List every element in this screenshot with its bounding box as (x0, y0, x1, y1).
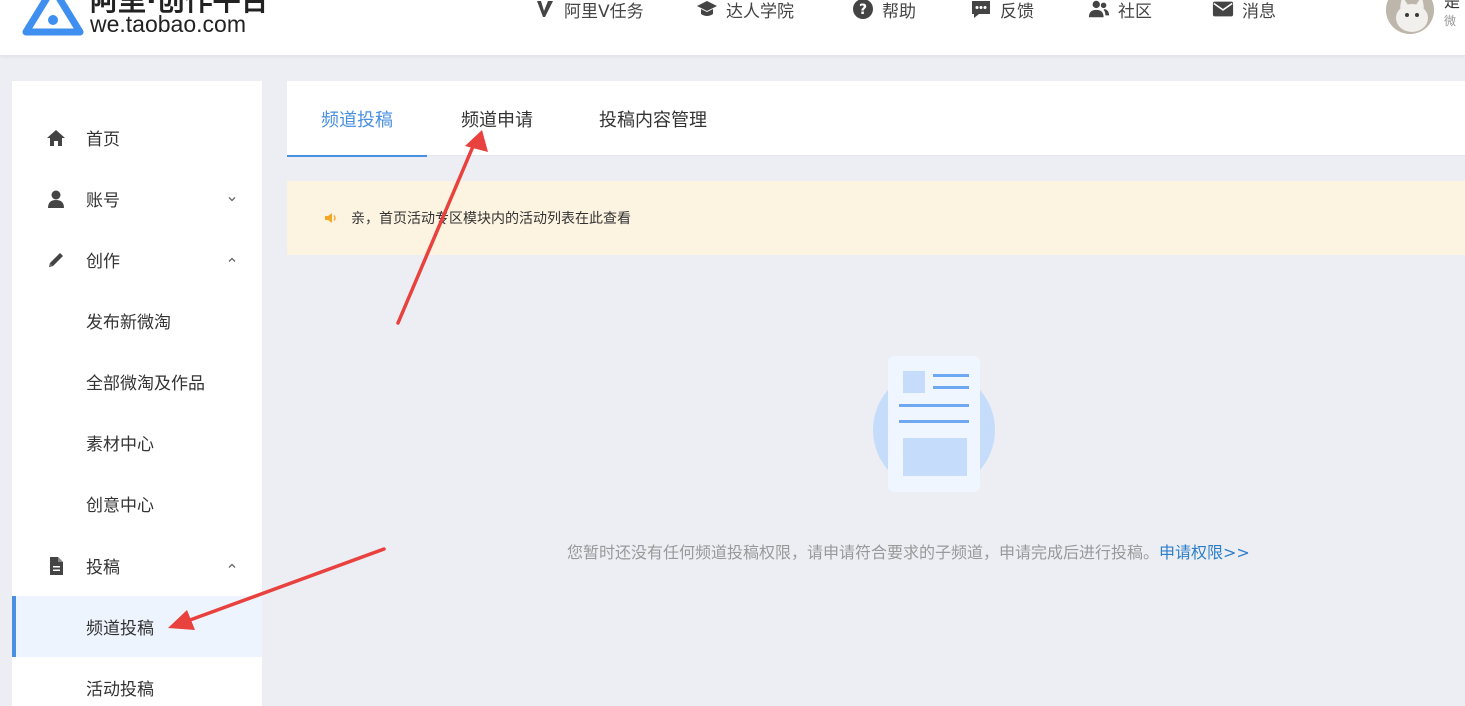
empty-state-message: 您暂时还没有任何频道投稿权限，请申请符合要求的子频道，申请完成后进行投稿。申请权… (567, 539, 1250, 563)
sidebar-item-material-center[interactable]: 素材中心 (12, 412, 262, 473)
speaker-icon (325, 213, 336, 223)
home-icon (47, 129, 65, 146)
sidebar-item-label: 素材中心 (86, 435, 154, 455)
nav-item-community[interactable]: 社区 (1088, 0, 1152, 24)
sidebar-item-channel-submission[interactable]: 频道投稿 (12, 596, 262, 657)
apply-permission-link[interactable]: 申请权限>> (1159, 543, 1250, 562)
nav-label: 达人学院 (726, 1, 794, 22)
users-icon (1088, 0, 1110, 18)
user-icon (48, 190, 64, 208)
sidebar-item-submission[interactable]: 投稿 (12, 535, 262, 596)
user-subtitle: 微 (1444, 14, 1457, 28)
chat-bubble-icon (972, 1, 990, 18)
mail-icon (1212, 1, 1234, 17)
nav-label: 阿里V任务 (564, 1, 644, 22)
tab-bar: 频道投稿 频道申请 投稿内容管理 (287, 81, 1465, 157)
nav-item-academy[interactable]: 达人学院 (696, 0, 794, 24)
nav-item-feedback[interactable]: 反馈 (970, 0, 1034, 24)
sidebar-item-home[interactable]: 首页 (12, 107, 262, 168)
tab-submission-management[interactable]: 投稿内容管理 (583, 81, 723, 156)
chevron-down-icon (228, 196, 236, 201)
nav-label: 消息 (1242, 1, 1276, 22)
logo-domain[interactable]: we.taobao.com (90, 10, 246, 38)
nav-label: 社区 (1118, 1, 1152, 22)
user-name[interactable]: 是 (1444, 0, 1460, 12)
logo-icon[interactable] (22, 0, 84, 36)
sidebar-item-label: 创作 (86, 252, 120, 272)
svg-text:?: ? (859, 2, 867, 18)
sidebar-item-label: 发布新微淘 (86, 313, 171, 333)
chevron-up-icon (228, 563, 236, 568)
question-icon: ? (853, 0, 873, 19)
top-header: 阿里·创作平台 we.taobao.com 阿里V任务 达人学院 ? 帮助 反馈… (0, 0, 1465, 56)
document-icon (50, 556, 63, 575)
sidebar-item-publish-weitao[interactable]: 发布新微淘 (12, 290, 262, 351)
sidebar-item-creative-center[interactable]: 创意中心 (12, 473, 262, 534)
cat-avatar-icon (1386, 0, 1434, 34)
nav-item-v-task[interactable]: 阿里V任务 (534, 0, 644, 24)
notice-banner: 亲，首页活动专区模块内的活动列表在此查看 (287, 181, 1465, 255)
empty-state-text: 您暂时还没有任何频道投稿权限，请申请符合要求的子频道，申请完成后进行投稿。 (567, 543, 1160, 562)
notice-text: 亲，首页活动专区模块内的活动列表在此查看 (351, 211, 631, 227)
sidebar-item-all-works[interactable]: 全部微淘及作品 (12, 351, 262, 412)
sidebar-item-label: 全部微淘及作品 (86, 374, 205, 394)
sidebar-item-label: 投稿 (86, 558, 120, 578)
sidebar-item-label: 账号 (86, 191, 120, 211)
tab-channel-application[interactable]: 频道申请 (427, 81, 567, 156)
sidebar: 首页 账号 创作 发布新微淘 全部微淘及作品 素材中心 创意中心 投稿 频道投稿… (12, 81, 262, 706)
chevron-up-icon (228, 257, 236, 262)
sidebar-item-label: 频道投稿 (86, 619, 154, 639)
nav-label: 反馈 (1000, 1, 1034, 22)
user-avatar[interactable] (1386, 0, 1434, 34)
sidebar-item-activity-submission[interactable]: 活动投稿 (12, 657, 262, 706)
nav-item-help[interactable]: ? 帮助 (852, 0, 916, 24)
sidebar-item-label: 首页 (86, 130, 120, 150)
sidebar-item-account[interactable]: 账号 (12, 168, 262, 229)
tab-channel-submission[interactable]: 频道投稿 (287, 81, 427, 157)
nav-label: 帮助 (882, 1, 916, 22)
sidebar-item-label: 创意中心 (86, 496, 154, 516)
nav-item-messages[interactable]: 消息 (1212, 0, 1276, 24)
pencil-icon (49, 252, 63, 267)
sidebar-item-create[interactable]: 创作 (12, 229, 262, 290)
graduation-cap-icon (697, 1, 717, 16)
empty-document-icon (873, 356, 995, 492)
sidebar-item-label: 活动投稿 (86, 680, 154, 700)
v-icon (537, 1, 553, 17)
